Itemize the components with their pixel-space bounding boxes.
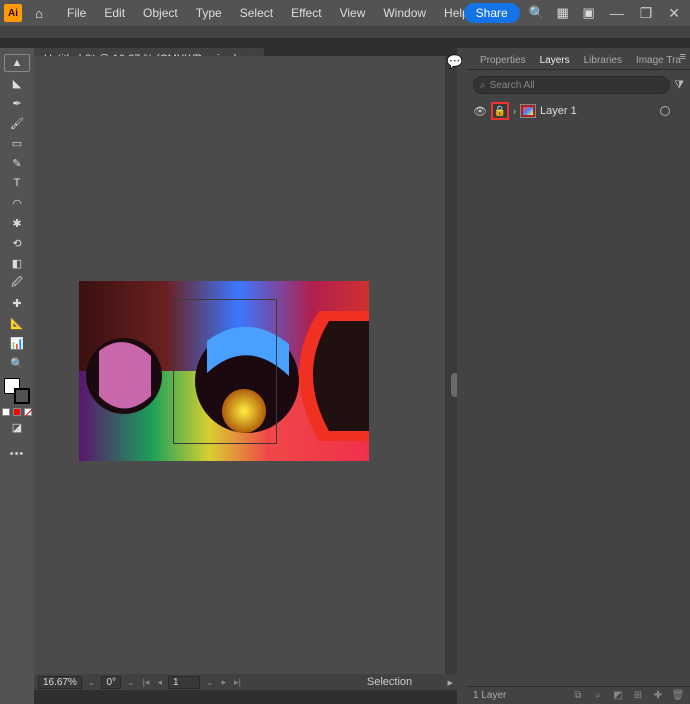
screen-mode-button[interactable]: ▣ <box>580 4 598 22</box>
rotate-dropdown-icon[interactable]: ⌄ <box>125 677 137 688</box>
first-artboard-icon[interactable]: |◂ <box>141 677 152 688</box>
direct-selection-tool[interactable]: ◣ <box>4 74 30 92</box>
artboard-tool[interactable]: ✚ <box>4 294 30 312</box>
menu-file[interactable]: File <box>58 0 95 26</box>
filter-icon[interactable]: ⧩ <box>674 79 684 92</box>
status-mode: Selection <box>367 676 412 688</box>
window-close[interactable]: ✕ <box>664 5 684 22</box>
window-minimize[interactable]: — <box>606 5 628 21</box>
tab-libraries[interactable]: Libraries <box>577 52 629 69</box>
layers-panel-footer: 1 Layer ⧉ ⌕ ◩ ⊞ ✚ 🗑 <box>467 686 690 704</box>
selection-tool[interactable]: ▲ <box>4 54 30 72</box>
menu-window[interactable]: Window <box>374 0 435 26</box>
arrange-docs-button[interactable]: ▦ <box>554 4 572 22</box>
layer-row[interactable]: 👁 🔒 › Layer 1 <box>467 100 690 122</box>
tab-layers[interactable]: Layers <box>533 52 577 69</box>
edit-toolbar-button[interactable]: ••• <box>10 448 25 460</box>
layer-clip-icon[interactable]: ⧉ <box>572 690 584 702</box>
toolbox: ▲ ◣ ✒ 🖌 ▭ ✎ T ◠ ✱ ⟲ ◧ 🖉 ✚ 📐 📊 🔍 ◪ ••• <box>0 48 34 704</box>
new-sublayer-icon[interactable]: ⊞ <box>632 690 644 702</box>
stroke-swatch[interactable] <box>14 388 30 404</box>
menu-edit[interactable]: Edit <box>95 0 134 26</box>
canvas[interactable]: ▲ ▼ 16.67% ⌄ 0° ⌄ |◂ ◂ 1 ⌄ ▸ ▸| Selectio… <box>34 56 457 690</box>
delete-layer-icon[interactable]: 🗑 <box>672 690 684 702</box>
zoom-dropdown-icon[interactable]: ⌄ <box>86 677 98 688</box>
lock-icon: 🔒 <box>494 106 506 117</box>
artboard-dropdown-icon[interactable]: ⌄ <box>204 677 216 688</box>
app-logo: Ai <box>4 4 22 22</box>
layer-thumbnail <box>520 104 536 118</box>
layer-count-label: 1 Layer <box>473 690 506 701</box>
right-panel: Properties Layers Libraries Image Tra ≡ … <box>467 48 690 704</box>
artboard-number-field[interactable]: 1 <box>168 676 200 689</box>
layer-selection-color <box>678 104 684 118</box>
type-tool[interactable]: T <box>4 174 30 192</box>
zoom-field[interactable]: 16.67% <box>38 676 82 689</box>
zoom-tool[interactable]: 🔍 <box>4 354 30 372</box>
menu-view[interactable]: View <box>331 0 375 26</box>
none-mode-icon[interactable] <box>24 408 32 416</box>
lock-toggle[interactable]: 🔒 <box>491 102 509 120</box>
status-expand-icon[interactable]: ▸ <box>447 676 453 689</box>
layer-name[interactable]: Layer 1 <box>540 105 577 117</box>
panel-dock-strip[interactable] <box>457 48 467 704</box>
color-mode-icon[interactable] <box>2 408 10 416</box>
make-clipping-mask-icon[interactable]: ◩ <box>612 690 624 702</box>
next-artboard-icon[interactable]: ▸ <box>220 677 229 688</box>
new-layer-icon[interactable]: ✚ <box>652 690 664 702</box>
window-restore[interactable]: ❐ <box>636 5 657 22</box>
layers-search-input[interactable]: ⌕ Search All <box>473 76 670 94</box>
pencil-tool[interactable]: ✎ <box>4 154 30 172</box>
home-button[interactable]: ⌂ <box>28 4 50 22</box>
panel-menu-icon[interactable]: ≡ <box>680 51 686 63</box>
pen-tool[interactable]: ✒ <box>4 94 30 112</box>
last-artboard-icon[interactable]: ▸| <box>232 677 243 688</box>
layer-target-icon[interactable] <box>660 106 670 116</box>
measure-tool[interactable]: 📐 <box>4 314 30 332</box>
fill-stroke-swatches[interactable] <box>4 378 30 404</box>
gradient-mode-icon[interactable] <box>13 408 21 416</box>
locate-object-icon[interactable]: ⌕ <box>592 690 604 702</box>
layer-expand-icon[interactable]: › <box>513 106 516 116</box>
search-icon: ⌕ <box>480 80 486 91</box>
tab-properties[interactable]: Properties <box>473 52 533 69</box>
menu-object[interactable]: Object <box>134 0 187 26</box>
panel-tabs: Properties Layers Libraries Image Tra ≡ <box>467 48 690 70</box>
share-button[interactable]: Share <box>464 3 520 23</box>
comments-icon[interactable]: 💬 <box>445 52 465 72</box>
options-bar <box>0 26 690 38</box>
menubar: Ai ⌂ File Edit Object Type Select Effect… <box>0 0 690 26</box>
eyedropper-tool[interactable]: 🖉 <box>4 274 30 292</box>
search-placeholder: Search All <box>490 80 535 91</box>
search-button[interactable]: 🔍 <box>528 4 546 22</box>
curvature-tool[interactable]: ◠ <box>4 194 30 212</box>
menu-effect[interactable]: Effect <box>282 0 330 26</box>
visibility-toggle-icon[interactable]: 👁 <box>473 105 487 118</box>
eraser-tool[interactable]: ✱ <box>4 214 30 232</box>
artwork-content-icon <box>79 281 369 461</box>
menu-select[interactable]: Select <box>231 0 282 26</box>
graph-tool[interactable]: 📊 <box>4 334 30 352</box>
shape-builder-tool[interactable]: ◧ <box>4 254 30 272</box>
rotate-tool[interactable]: ⟲ <box>4 234 30 252</box>
menu-type[interactable]: Type <box>187 0 231 26</box>
prev-artboard-icon[interactable]: ◂ <box>155 677 164 688</box>
status-bar: 16.67% ⌄ 0° ⌄ |◂ ◂ 1 ⌄ ▸ ▸| Selection ▸ <box>34 674 457 690</box>
brush-tool[interactable]: 🖌 <box>4 114 30 132</box>
rotate-field[interactable]: 0° <box>101 676 121 689</box>
drawing-mode-button[interactable]: ◪ <box>4 418 30 436</box>
rectangle-tool[interactable]: ▭ <box>4 134 30 152</box>
placed-image[interactable] <box>79 281 369 461</box>
